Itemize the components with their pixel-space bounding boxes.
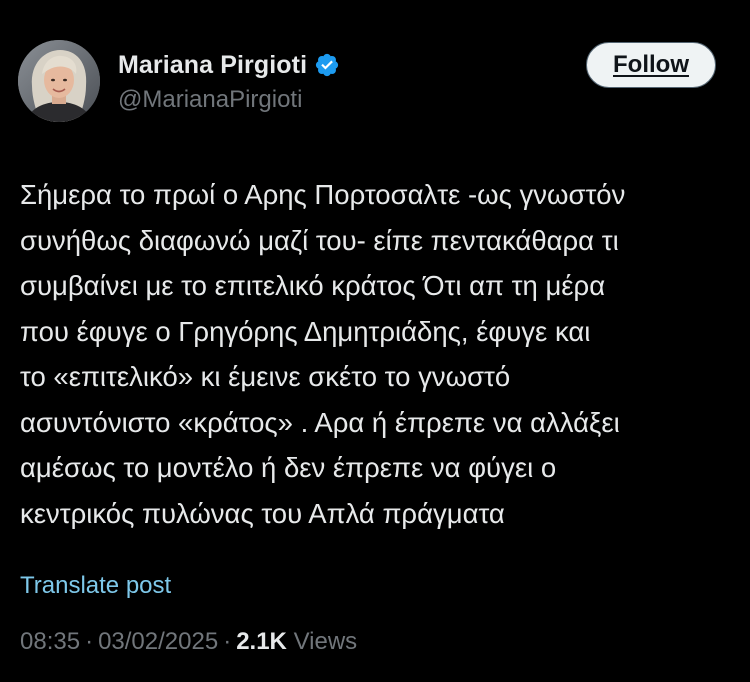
separator: ·: [85, 628, 94, 655]
post-text: Σήμερα το πρωί ο Αρης Πορτοσαλτε -ως γνω…: [20, 179, 626, 529]
post-card: Mariana Pirgioti @MarianaPirgioti Follow…: [0, 0, 750, 682]
views-count: 2.1K: [236, 628, 287, 655]
author-handle[interactable]: @MarianaPirgioti: [118, 86, 340, 114]
avatar[interactable]: [18, 40, 100, 122]
post-time[interactable]: 08:35: [20, 628, 80, 655]
views-label: Views: [293, 628, 358, 655]
author-display-name[interactable]: Mariana Pirgioti: [118, 51, 307, 80]
follow-button-label: Follow: [613, 51, 689, 78]
follow-button[interactable]: Follow: [586, 42, 716, 88]
separator: ·: [223, 628, 232, 655]
author-name-row: Mariana Pirgioti: [118, 50, 340, 80]
translate-post-link[interactable]: Translate post: [20, 572, 171, 600]
author-info: Mariana Pirgioti @MarianaPirgioti: [118, 50, 340, 114]
user-avatar-photo: [18, 40, 100, 122]
verified-badge-icon[interactable]: [314, 52, 340, 78]
post-date[interactable]: 03/02/2025: [98, 628, 218, 655]
post-metadata: 08:35 · 03/02/2025 · 2.1K Views: [20, 628, 357, 656]
